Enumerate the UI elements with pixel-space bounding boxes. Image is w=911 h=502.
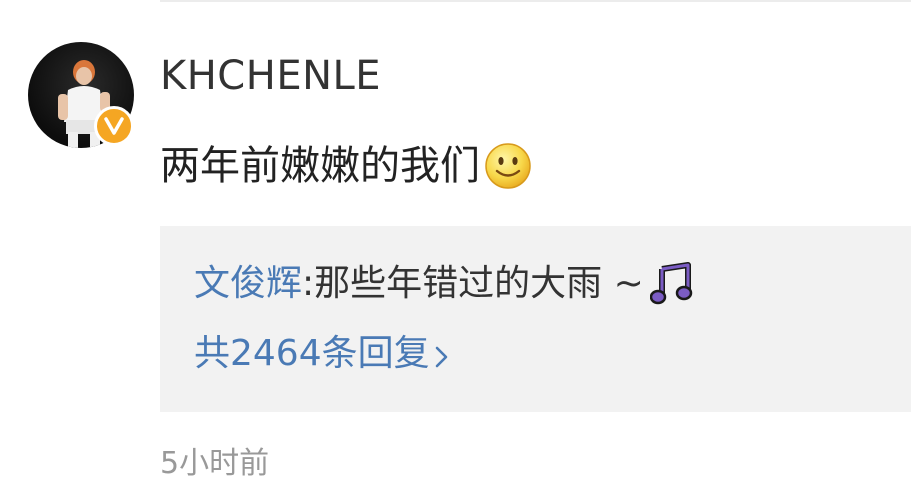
comment-content: 两年前嫩嫩的我们	[160, 140, 532, 192]
user-avatar[interactable]	[28, 42, 136, 150]
music-note-icon	[649, 261, 696, 307]
comment-text: 两年前嫩嫩的我们	[160, 143, 480, 189]
chevron-right-icon	[432, 338, 452, 370]
reply-preview[interactable]: 文俊辉 : 那些年错过的大雨 ~ 共2464条回复	[160, 226, 911, 412]
reply-line: 文俊辉 : 那些年错过的大雨 ~	[194, 260, 696, 308]
reply-count-label: 共2464条回复	[194, 333, 430, 374]
smile-icon	[484, 142, 532, 190]
username[interactable]: KHCHENLE	[160, 52, 381, 100]
reply-count-link[interactable]: 共2464条回复	[194, 330, 452, 378]
reply-separator: :	[302, 263, 315, 304]
verified-badge-icon	[94, 106, 134, 146]
reply-text: 那些年错过的大雨 ~	[314, 263, 644, 304]
comment-timestamp: 5小时前	[160, 446, 270, 481]
reply-author-link[interactable]: 文俊辉	[194, 260, 302, 308]
top-divider	[160, 0, 911, 2]
